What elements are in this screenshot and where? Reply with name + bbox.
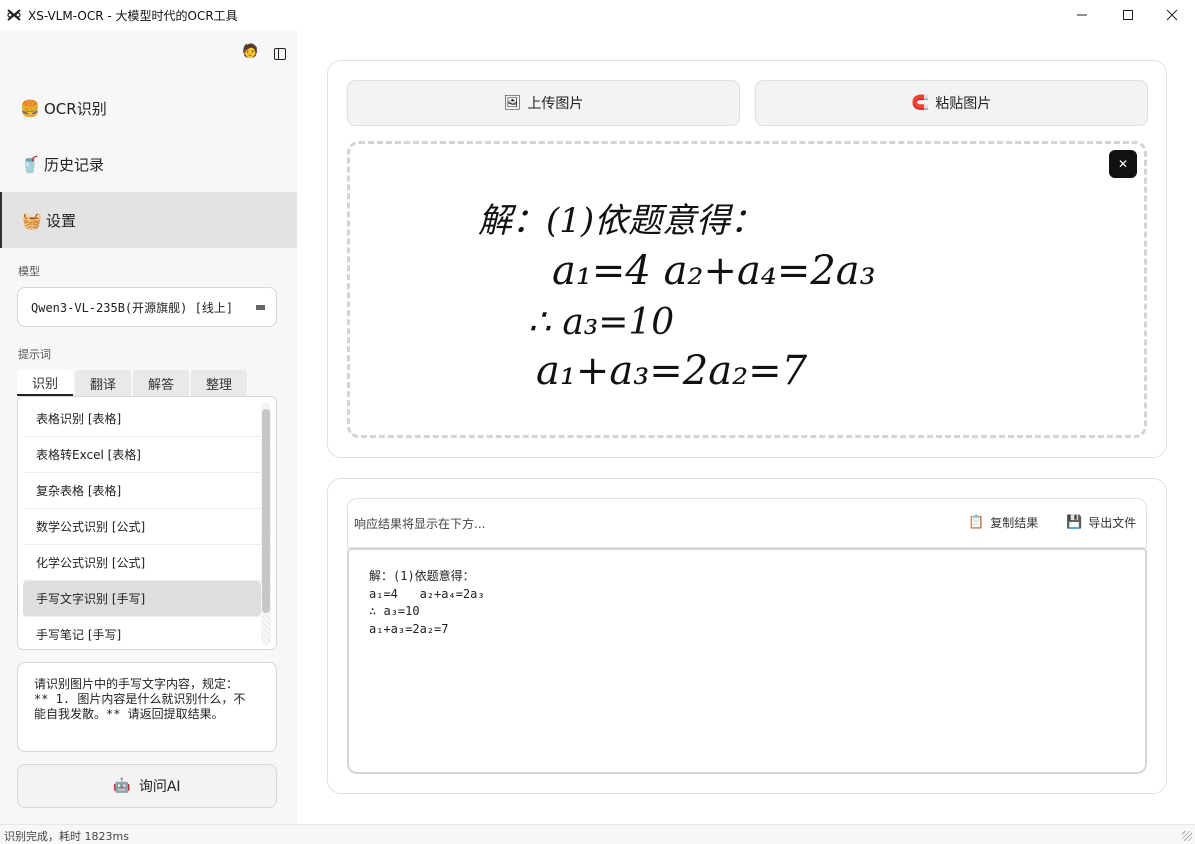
result-header: 响应结果将显示在下方... 📋 复制结果 💾 导出文件 xyxy=(347,498,1147,548)
tab-recognize[interactable]: 识别 xyxy=(17,370,73,396)
user-avatar-button[interactable]: 🧑 xyxy=(242,44,258,59)
list-item[interactable]: 数学公式识别 [公式] xyxy=(23,509,261,545)
prompt-text-line: 请识别图片中的手写文字内容，规定： xyxy=(34,677,239,691)
export-file-label: 导出文件 xyxy=(1088,516,1137,530)
copy-icon: 📋 xyxy=(968,515,985,530)
nav-history-label: 历史记录 xyxy=(44,155,105,174)
robot-icon: 🤖 xyxy=(113,778,131,794)
model-label: 模型 xyxy=(18,265,40,278)
ask-ai-label: 询问AI xyxy=(138,779,181,795)
prompt-text-line: 能自我发散。** 请返回提取结果。 xyxy=(34,707,224,721)
nav-ocr[interactable]: 🍔 OCR识别 xyxy=(0,80,297,136)
handwriting-line-1: 解：(1)依题意得： xyxy=(478,201,764,241)
model-select-value: Qwen3-VL-235B(开源旗舰) [线上] xyxy=(31,300,234,315)
remove-image-button[interactable]: ✕ xyxy=(1109,150,1137,178)
close-icon xyxy=(1166,9,1178,21)
dropdown-marker-icon xyxy=(256,305,265,310)
prompt-tabs: 识别 翻译 解答 整理 xyxy=(17,370,249,396)
result-line: 解：(1)依题意得： xyxy=(369,569,475,583)
image-preview: 解：(1)依题意得： a₁=4 a₂+a₄=2a₃ ∴ a₃=10 a₁+a₃=… xyxy=(347,141,1147,438)
copy-result-label: 复制结果 xyxy=(990,516,1039,530)
burger-icon: 🍔 xyxy=(20,98,40,118)
close-icon: ✕ xyxy=(1117,157,1129,171)
sidebar-toggle-icon xyxy=(274,48,286,60)
list-item[interactable]: 化学公式识别 [公式] xyxy=(23,545,261,581)
paste-icon: 🧲 xyxy=(911,95,930,111)
result-panel: 响应结果将显示在下方... 📋 复制结果 💾 导出文件 解：(1)依题意得： a… xyxy=(327,478,1167,794)
prompt-list: 表格识别 [表格] 表格转Excel [表格] 复杂表格 [表格] 数学公式识别… xyxy=(17,396,277,650)
title-bar: XS-VLM-OCR - 大模型时代的OCR工具 xyxy=(0,0,1195,30)
handwriting-line-3: ∴ a₃=10 xyxy=(528,302,674,343)
copy-result-button[interactable]: 📋 复制结果 xyxy=(968,514,1038,531)
list-item[interactable]: 手写文字识别 [手写] xyxy=(23,581,261,617)
list-item[interactable]: 表格转Excel [表格] xyxy=(23,437,261,473)
resize-grip-icon[interactable] xyxy=(1182,831,1192,841)
handwriting-line-4: a₁+a₃=2a₂=7 xyxy=(536,348,808,394)
export-file-button[interactable]: 💾 导出文件 xyxy=(1066,514,1136,531)
basket-icon: 🧺 xyxy=(22,210,42,230)
window-title: XS-VLM-OCR - 大模型时代的OCR工具 xyxy=(28,9,238,23)
upload-image-label: 上传图片 xyxy=(527,96,584,112)
close-window-button[interactable] xyxy=(1149,0,1195,30)
handwriting-image: 解：(1)依题意得： a₁=4 a₂+a₄=2a₃ ∴ a₃=10 a₁+a₃=… xyxy=(478,201,876,394)
status-bar: 识别完成，耗时 1823ms xyxy=(0,824,1195,844)
minimize-icon xyxy=(1077,14,1087,16)
list-scrollbar-thumb[interactable] xyxy=(262,409,270,613)
paste-image-button[interactable]: 🧲 粘贴图片 xyxy=(755,80,1148,126)
ask-ai-button[interactable]: 🤖 询问AI xyxy=(17,764,277,808)
sidebar-toggle-button[interactable] xyxy=(274,48,286,64)
maximize-button[interactable] xyxy=(1105,0,1151,30)
prompt-textarea[interactable]: 请识别图片中的手写文字内容，规定： ** 1. 图片内容是什么就识别什么，不 能… xyxy=(17,662,277,752)
app-logo-icon xyxy=(7,9,21,21)
model-select[interactable]: Qwen3-VL-235B(开源旗舰) [线上] xyxy=(17,287,277,327)
list-item[interactable]: 手写笔记 [手写] xyxy=(23,617,261,649)
result-placeholder: 响应结果将显示在下方... xyxy=(354,517,486,531)
export-icon: 💾 xyxy=(1066,515,1083,530)
handwriting-line-2: a₁=4 a₂+a₄=2a₃ xyxy=(552,248,876,294)
result-line: a₁=4 a₂+a₄=2a₃ xyxy=(369,586,485,601)
tab-answer[interactable]: 解答 xyxy=(133,370,189,396)
image-panel: 🖼 上传图片 🧲 粘贴图片 解：(1)依题意得： a₁=4 a₂+a₄=2a₃ … xyxy=(327,60,1167,458)
nav-ocr-label: OCR识别 xyxy=(44,99,107,118)
nav-settings-label: 设置 xyxy=(46,211,77,230)
prompt-text-line: ** 1. 图片内容是什么就识别什么，不 xyxy=(34,692,246,706)
nav-settings[interactable]: 🧺 设置 xyxy=(0,192,297,248)
maximize-icon xyxy=(1123,10,1133,20)
tab-translate[interactable]: 翻译 xyxy=(75,370,131,396)
prompt-label: 提示词 xyxy=(18,348,51,361)
list-item[interactable]: 复杂表格 [表格] xyxy=(23,473,261,509)
status-text: 识别完成，耗时 1823ms xyxy=(4,830,129,843)
result-text-area[interactable]: 解：(1)依题意得： a₁=4 a₂+a₄=2a₃ ∴ a₃=10 a₁+a₃=… xyxy=(347,548,1147,774)
tab-organize[interactable]: 整理 xyxy=(191,370,247,396)
drink-icon: 🥤 xyxy=(20,154,40,174)
paste-image-label: 粘贴图片 xyxy=(935,96,992,112)
list-item[interactable]: 表格识别 [表格] xyxy=(23,401,261,437)
upload-image-button[interactable]: 🖼 上传图片 xyxy=(347,80,740,126)
result-line: ∴ a₃=10 xyxy=(369,604,420,618)
nav-history[interactable]: 🥤 历史记录 xyxy=(0,136,297,192)
minimize-button[interactable] xyxy=(1059,0,1105,30)
result-line: a₁+a₃=2a₂=7 xyxy=(369,621,449,636)
avatar-icon: 🧑 xyxy=(242,44,259,59)
image-icon: 🖼 xyxy=(503,95,522,111)
sidebar: 🧑 🍔 OCR识别 🥤 历史记录 🧺 设置 模型 Qwen3-VL-235B(开… xyxy=(0,30,297,824)
